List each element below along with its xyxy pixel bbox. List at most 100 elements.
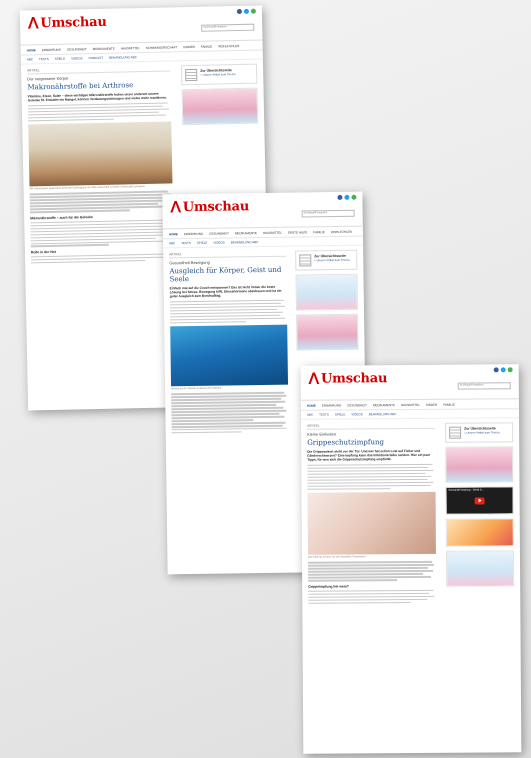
ad-image — [446, 551, 514, 586]
nav-item[interactable]: MEDIKAMENTE — [373, 403, 395, 407]
nav-item[interactable]: KINDER — [426, 402, 437, 406]
site-logo[interactable]: ᐱ Umschau — [27, 14, 107, 33]
twitter-icon[interactable] — [344, 194, 350, 200]
subnav-item[interactable]: VIDEOS — [213, 241, 224, 245]
subnav-item[interactable]: TESTS — [181, 241, 191, 245]
logo-text: Umschau — [320, 371, 388, 387]
nav-item[interactable]: SCHWANGERSCHAFT — [146, 45, 178, 50]
nav-item[interactable]: WOHLFÜHLEN — [218, 43, 239, 47]
nav-item[interactable]: ERNÄHRUNG — [42, 47, 61, 51]
subnav-item[interactable]: TESTS — [39, 57, 49, 61]
article-rubric: ARTIKEL — [169, 250, 286, 259]
article-screenshot-grippe: ᐱ Umschau Suchbegriff eingeben HOME ERNÄ… — [300, 364, 522, 754]
subnav-item[interactable]: SPIELE — [335, 412, 346, 416]
video-thumbnail[interactable]: Schwindel Impfung - Gerät & ... — [446, 487, 513, 514]
nav-item[interactable]: GESUNDHEIT — [209, 231, 229, 235]
sidebar-ad[interactable] — [445, 446, 514, 483]
nav-item[interactable]: HOME — [27, 48, 36, 52]
social-links — [493, 367, 513, 373]
article-kicker: Kleine Einheiten — [307, 431, 337, 437]
subnav-item[interactable]: TESTS — [319, 413, 329, 417]
document-icon — [449, 426, 462, 439]
subnav-item[interactable]: VIDEOS — [351, 412, 362, 416]
search-input[interactable]: Suchbegriff eingeben — [457, 382, 511, 390]
nav-item[interactable]: FAMILIE — [201, 44, 213, 48]
nav-item[interactable]: HAUSMITTEL — [121, 46, 140, 50]
overview-link[interactable]: » Unsere Artikel zum Thema — [314, 258, 349, 262]
subnav-item[interactable]: BEHANDLUNG ABC — [231, 240, 259, 244]
site-header: ᐱ Umschau Suchbegriff eingeben — [300, 364, 519, 401]
nav-item[interactable]: HAUSMITTEL — [401, 402, 420, 406]
video-widget[interactable]: Schwindel Impfung - Gerät & ... — [445, 486, 514, 515]
body-text-block — [308, 561, 436, 582]
nav-item[interactable]: FAMILIE — [313, 230, 325, 234]
ad-image — [182, 88, 258, 125]
sidebar-ad[interactable] — [181, 87, 259, 126]
body-text-block — [29, 190, 173, 214]
nav-item[interactable]: HOME — [169, 232, 178, 236]
overview-box[interactable]: Zur Übersichtsseite » Unsere Artikel zum… — [295, 249, 358, 271]
play-icon[interactable] — [474, 496, 485, 505]
nav-item[interactable]: WOHLFÜHLEN — [331, 229, 352, 233]
section-heading: Grippeimpfung bei wem? — [308, 583, 349, 589]
nav-item[interactable]: GESUNDHEIT — [67, 47, 87, 51]
facebook-icon[interactable] — [236, 8, 242, 15]
nav-item[interactable]: ERNÄHRUNG — [322, 403, 341, 407]
sidebar-ad[interactable] — [295, 273, 358, 311]
logo-text: Umschau — [40, 14, 107, 32]
article-image-couple — [28, 121, 173, 187]
nav-item[interactable]: MEDIKAMENTE — [235, 231, 257, 235]
nav-item[interactable]: ERSTE HILFE — [288, 230, 307, 234]
article-title: Makronährstoffe bei Arthrose — [27, 81, 134, 92]
ad-image — [446, 447, 513, 482]
site-header: ᐱ Umschau Suchbegriff eingeben — [19, 5, 263, 46]
nav-item[interactable]: GESUNDHEIT — [347, 403, 367, 407]
twitter-icon[interactable] — [500, 367, 506, 373]
ad-image — [446, 519, 513, 546]
subnav-item[interactable]: ABC — [169, 241, 175, 245]
article-lead: Einfach mal auf die Couch entspannen? Da… — [169, 284, 282, 299]
overview-link[interactable]: » Unsere Artikel zum Thema — [464, 430, 499, 434]
subnav-item[interactable]: SPIELE — [197, 241, 208, 245]
ad-image — [297, 314, 358, 350]
social-links — [337, 194, 357, 200]
search-input[interactable]: Suchbegriff eingeben — [301, 209, 355, 218]
logo-mark-icon: ᐱ — [27, 15, 39, 33]
article-rubric: ARTIKEL — [307, 422, 435, 430]
article-lead: Vitamine, Eisen, Salze – diese wichtigen… — [27, 91, 167, 103]
sidebar-ad[interactable] — [296, 313, 359, 351]
overview-link[interactable]: » Unsere Artikel zum Thema — [200, 72, 235, 77]
share-icon[interactable] — [507, 367, 513, 373]
facebook-icon[interactable] — [337, 194, 343, 200]
subnav-item[interactable]: ABC — [307, 413, 313, 417]
search-input[interactable]: Suchbegriff eingeben — [201, 23, 255, 32]
nav-item[interactable]: HOME — [307, 403, 316, 407]
article-lead: Die Grippesaison steht vor der Tür. Und … — [307, 448, 431, 462]
nav-item[interactable]: ERNÄHRUNG — [184, 231, 203, 235]
sidebar-ad[interactable] — [445, 550, 515, 587]
site-logo[interactable]: ᐱ Umschau — [309, 371, 388, 388]
subnav-item[interactable]: ABC — [27, 57, 33, 61]
overview-box[interactable]: Zur Übersichtsseite » Unsere Artikel zum… — [181, 63, 258, 86]
subnav-item[interactable]: SPIELE — [55, 57, 66, 61]
subnav-item[interactable]: VIDEOS — [71, 56, 82, 60]
subnav-item[interactable]: BEHANDLUNG ABC — [109, 55, 137, 60]
facebook-icon[interactable] — [493, 367, 499, 373]
article-image-vaccination — [307, 492, 436, 555]
share-icon[interactable] — [351, 194, 357, 200]
nav-item[interactable]: FAMILIE — [443, 402, 455, 406]
sidebar-ad[interactable] — [445, 518, 514, 547]
site-logo[interactable]: ᐱ Umschau — [170, 199, 249, 216]
subnav-item[interactable]: PODCAST — [89, 56, 104, 60]
twitter-icon[interactable] — [243, 8, 249, 14]
body-text-block — [27, 102, 171, 122]
share-icon[interactable] — [250, 8, 256, 14]
nav-item[interactable]: HAUSMITTEL — [263, 230, 282, 234]
nav-item[interactable]: KINDER — [183, 44, 194, 48]
body-text-block — [307, 463, 435, 490]
overview-box[interactable]: Zur Übersichtsseite » Unsere Artikel zum… — [445, 422, 514, 443]
subnav-item[interactable]: BEHANDLUNG ABC — [369, 412, 397, 416]
nav-item[interactable]: MEDIKAMENTE — [93, 46, 115, 50]
body-text-block — [30, 253, 174, 264]
video-title: Schwindel Impfung - Gerät & ... — [448, 488, 485, 492]
